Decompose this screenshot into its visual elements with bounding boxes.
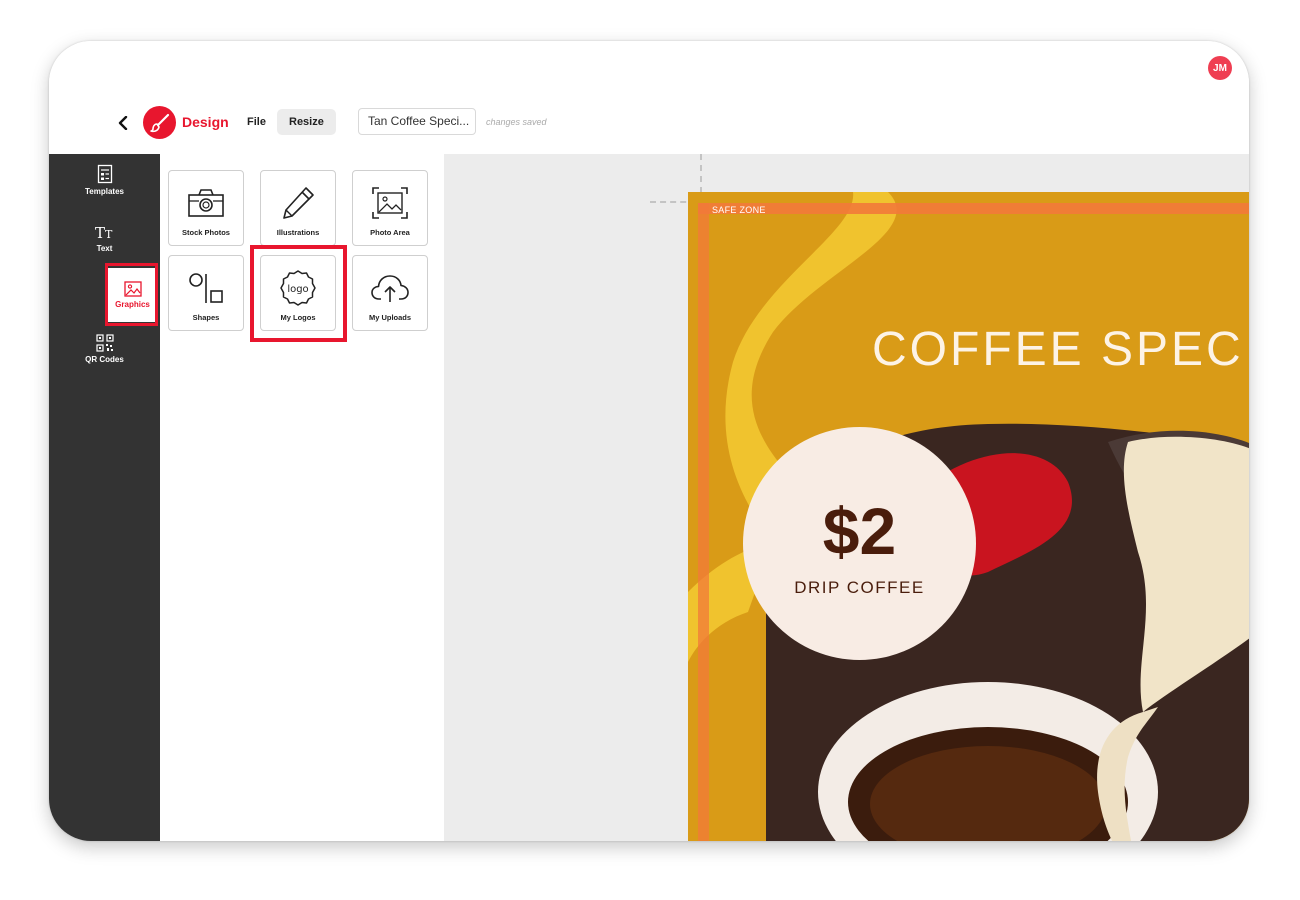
- app-window: JM Design File Resize Tan Coffee Speci..…: [49, 41, 1249, 841]
- back-button[interactable]: [115, 113, 131, 133]
- price-text: $2: [822, 493, 897, 568]
- rail-item-label: Text: [96, 244, 113, 253]
- text-icon: T T: [95, 224, 113, 241]
- safe-zone-label: SAFE ZONE: [712, 205, 766, 215]
- tile-label: Illustrations: [276, 228, 320, 237]
- photo-frame-icon: [372, 187, 408, 219]
- resize-button[interactable]: Resize: [277, 109, 336, 135]
- tile-label: Photo Area: [370, 228, 410, 237]
- price-subtitle: DRIP COFFEE: [794, 577, 925, 597]
- app-name: Design: [182, 114, 229, 130]
- qr-code-icon: [95, 334, 114, 352]
- my-logos-highlight-box: [250, 245, 347, 342]
- svg-text:T: T: [105, 228, 113, 241]
- tile-stock-photos[interactable]: Stock Photos: [168, 170, 244, 246]
- file-menu[interactable]: File: [239, 109, 274, 135]
- safe-zone-left: [698, 203, 709, 841]
- design-canvas[interactable]: SAFE ZONE COFFEE SPEC $2 DRIP COFFEE: [688, 192, 1249, 841]
- design-workspace: SAFE ZONE COFFEE SPEC $2 DRIP COFFEE: [444, 154, 1249, 841]
- rail-item-label: Templates: [85, 187, 124, 196]
- svg-text:T: T: [95, 224, 105, 241]
- save-status: changes saved: [486, 117, 547, 127]
- tile-illustrations[interactable]: Illustrations: [260, 170, 336, 246]
- price-badge[interactable]: $2 DRIP COFFEE: [743, 427, 976, 660]
- tile-label: Stock Photos: [182, 228, 230, 237]
- pencil-icon: [283, 187, 314, 219]
- tile-shapes[interactable]: Shapes: [168, 255, 244, 331]
- tool-rail: Templates T T Text Graphics QR Codes: [49, 154, 160, 841]
- rail-item-text[interactable]: T T Text: [49, 223, 160, 253]
- chevron-left-icon: [118, 116, 128, 130]
- tile-my-uploads[interactable]: My Uploads: [352, 255, 428, 331]
- rail-item-qr-codes[interactable]: QR Codes: [49, 334, 160, 364]
- brush-logo-icon: [143, 106, 176, 139]
- tile-label: My Uploads: [368, 313, 412, 322]
- user-avatar[interactable]: JM: [1208, 56, 1232, 80]
- poster-title[interactable]: COFFEE SPEC: [872, 322, 1244, 377]
- top-bar: JM Design File Resize Tan Coffee Speci..…: [49, 41, 1249, 154]
- rail-item-label: QR Codes: [85, 355, 124, 364]
- cloud-upload-icon: [371, 275, 409, 302]
- tile-photo-area[interactable]: Photo Area: [352, 170, 428, 246]
- camera-icon: [188, 189, 224, 217]
- tile-label: Shapes: [192, 313, 220, 322]
- graphics-highlight-box: [105, 263, 158, 326]
- safe-zone-top: [698, 203, 1249, 214]
- graphics-panel: Stock Photos Illustrations Photo Area Sh…: [160, 154, 444, 841]
- shapes-icon: [189, 273, 223, 303]
- document-title-field[interactable]: Tan Coffee Speci...: [358, 108, 476, 135]
- templates-icon: [97, 164, 112, 184]
- rail-item-templates[interactable]: Templates: [49, 164, 160, 196]
